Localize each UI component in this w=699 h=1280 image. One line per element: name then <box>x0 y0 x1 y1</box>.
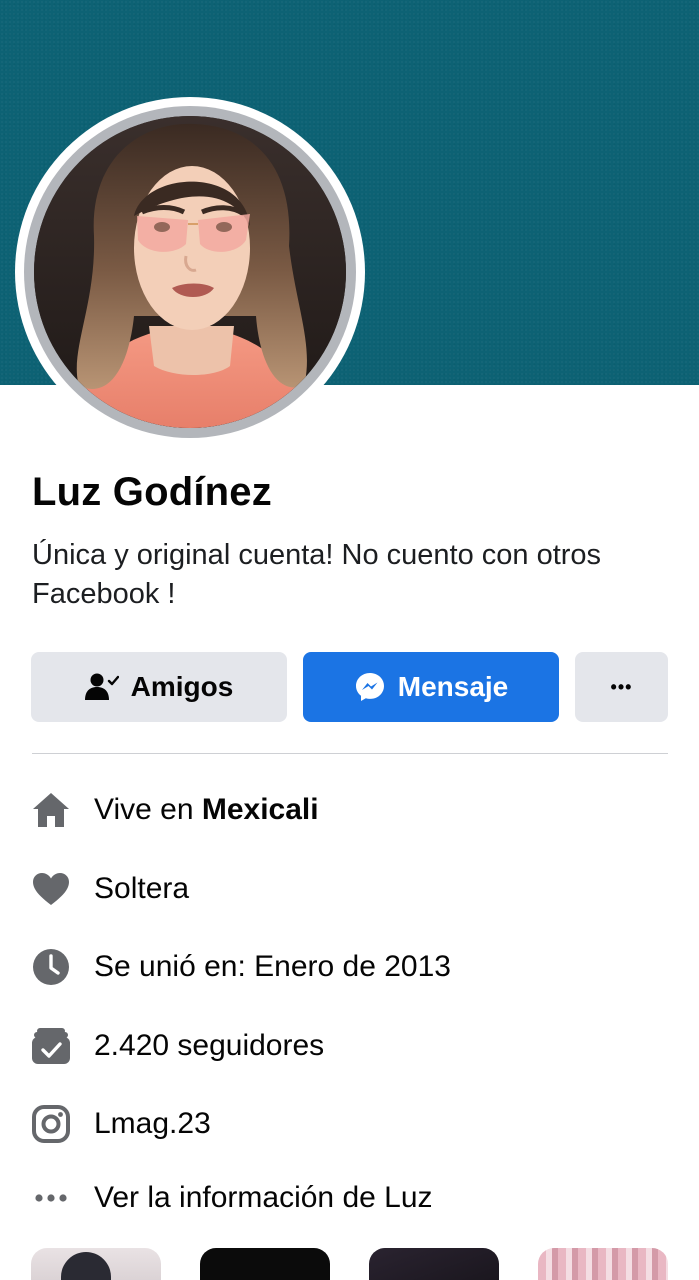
relationship-text: Soltera <box>94 872 190 905</box>
followers-icon <box>30 1025 72 1067</box>
friends-button[interactable]: Amigos <box>31 652 287 722</box>
lives-prefix: Vive en <box>94 793 202 826</box>
message-button-label: Mensaje <box>397 671 509 702</box>
lives-text: Vive en Mexicali <box>94 793 319 827</box>
followers-text[interactable]: 2.420 seguidores <box>94 1029 324 1063</box>
messenger-icon <box>354 671 386 703</box>
friends-check-icon <box>84 672 119 702</box>
home-icon <box>30 789 72 831</box>
info-see-more[interactable]: Ver la información de Luz <box>30 1175 433 1221</box>
section-divider <box>32 753 668 754</box>
joined-text: Se unió en: Enero de 2013 <box>94 950 451 983</box>
instagram-link[interactable]: Lmag.23 <box>94 1107 211 1141</box>
profile-name: Luz Godínez <box>32 470 272 514</box>
info-joined: Se unió en: Enero de 2013 <box>30 944 451 990</box>
instagram-icon <box>30 1103 72 1145</box>
more-options-button[interactable]: ••• <box>575 652 668 722</box>
info-instagram: Lmag.23 <box>30 1101 211 1147</box>
message-button[interactable]: Mensaje <box>303 652 559 722</box>
more-options-icon: ••• <box>610 676 633 697</box>
info-relationship: Soltera <box>30 866 189 912</box>
info-followers: 2.420 seguidores <box>30 1023 324 1069</box>
featured-thumb-4[interactable] <box>538 1248 668 1280</box>
see-info-link[interactable]: Ver la información de Luz <box>94 1181 433 1215</box>
featured-thumb-1[interactable] <box>31 1248 161 1280</box>
profile-page: Luz Godínez Única y original cuenta! No … <box>0 0 699 1280</box>
profile-bio: Única y original cuenta! No cuento con o… <box>32 539 602 610</box>
profile-picture[interactable] <box>34 116 346 428</box>
lives-city[interactable]: Mexicali <box>202 793 319 826</box>
info-lives: Vive en Mexicali <box>30 787 319 833</box>
more-dots-icon <box>30 1177 72 1219</box>
clock-icon <box>30 946 72 988</box>
friends-button-label: Amigos <box>130 671 234 702</box>
featured-thumb-1-figure <box>61 1252 111 1280</box>
featured-thumb-3[interactable] <box>369 1248 499 1280</box>
profile-photo-image <box>34 116 346 428</box>
featured-thumb-2[interactable] <box>200 1248 330 1280</box>
heart-icon <box>30 868 72 910</box>
